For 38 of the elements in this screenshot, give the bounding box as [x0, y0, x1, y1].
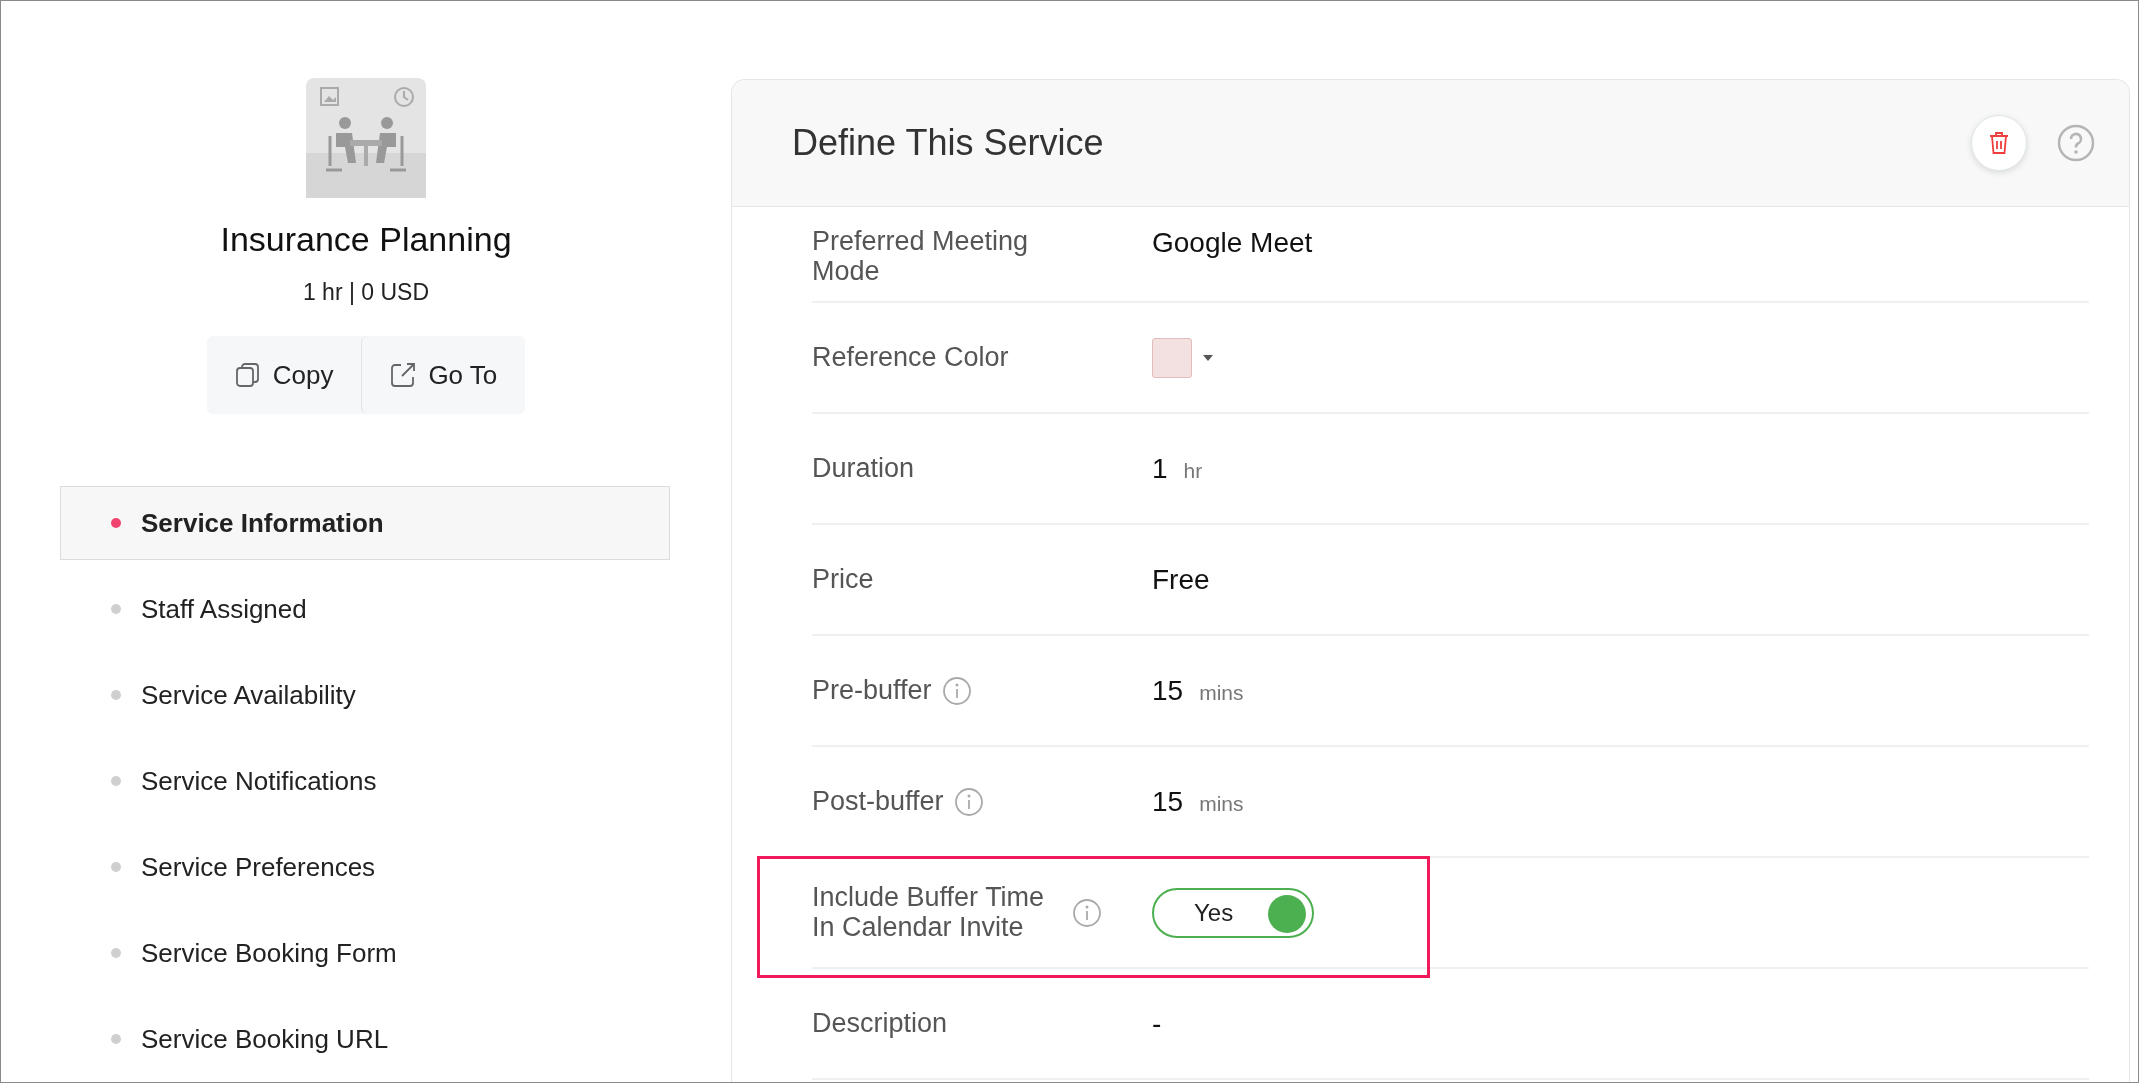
help-icon[interactable]: [2057, 124, 2095, 162]
info-icon[interactable]: [953, 786, 984, 817]
field-value: -: [1152, 1007, 1162, 1040]
field-value: 1: [1152, 452, 1168, 485]
unit-label: mins: [1199, 680, 1244, 705]
toggle-switch[interactable]: Yes: [1152, 887, 1314, 938]
color-picker[interactable]: [1152, 337, 1214, 378]
field-label: Include Buffer Time In Calendar Invite: [812, 882, 1046, 943]
field-label: Duration: [812, 453, 915, 484]
field-label: Post-buffer: [812, 786, 944, 817]
service-title: Insurance Planning: [220, 220, 512, 259]
field-value: Free: [1152, 563, 1210, 596]
field-value: 15: [1152, 785, 1184, 818]
unit-label: hr: [1183, 458, 1203, 483]
nav-item[interactable]: Service Booking URL: [60, 1002, 670, 1076]
field-label: Pre-buffer: [812, 675, 932, 706]
service-summary: 1 hr | 0 USD: [302, 279, 430, 306]
nav-item[interactable]: Service Notifications: [60, 744, 670, 818]
trash-icon: [1988, 131, 2010, 155]
nav-item[interactable]: Staff Assigned: [60, 572, 670, 646]
panel-title: Define This Service: [792, 122, 1105, 164]
nav-item[interactable]: Service Availability: [60, 658, 670, 732]
nav-item[interactable]: Service Preferences: [60, 830, 670, 904]
field-label: Preferred Meeting Mode: [812, 227, 1030, 287]
field-value: 15: [1152, 674, 1184, 707]
nav-item[interactable]: Service Booking Form: [60, 916, 670, 990]
field-label: Description: [812, 1008, 948, 1039]
nav-item[interactable]: Service Information: [60, 486, 670, 560]
unit-label: mins: [1199, 791, 1244, 816]
copy-icon: [234, 362, 261, 388]
info-icon[interactable]: [941, 675, 972, 706]
info-icon[interactable]: [1072, 897, 1102, 928]
field-label: Reference Color: [812, 342, 1009, 373]
external-link-icon: [390, 362, 417, 388]
field-label: Price: [812, 564, 874, 595]
caret-icon: [1202, 353, 1214, 362]
field-value: Google Meet: [1152, 227, 1313, 259]
delete-button[interactable]: [1971, 115, 2027, 171]
